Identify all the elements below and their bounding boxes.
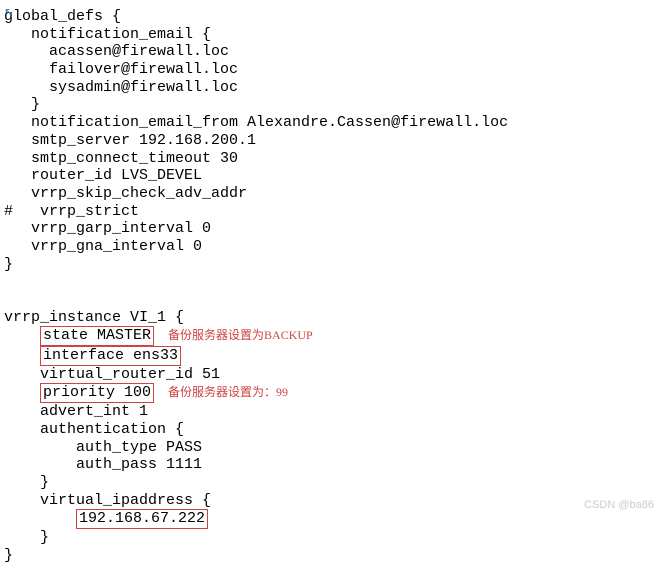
vrrp-instance-close: } (4, 547, 660, 564)
priority-line: priority 100 备份服务器设置为：99 (4, 383, 660, 403)
vrrp-strict-commented: # vrrp_strict (4, 203, 660, 221)
state-highlight: state MASTER (40, 326, 154, 346)
blank-line-2 (4, 291, 660, 309)
vrrp-gna-interval: vrrp_gna_interval 0 (4, 238, 660, 256)
notification-email-from: notification_email_from Alexandre.Cassen… (4, 114, 660, 132)
interface-highlight: interface ens33 (40, 346, 181, 366)
auth-type: auth_type PASS (4, 439, 660, 457)
interface-line: interface ens33 (4, 346, 660, 366)
vrrp-skip-check: vrrp_skip_check_adv_addr (4, 185, 660, 203)
cursor-icon: ↖ (4, 6, 14, 20)
virtual-router-id: virtual_router_id 51 (4, 366, 660, 384)
priority-highlight: priority 100 (40, 383, 154, 403)
global-defs-open: global_defs { (4, 8, 660, 26)
router-id: router_id LVS_DEVEL (4, 167, 660, 185)
vrrp-garp-interval: vrrp_garp_interval 0 (4, 220, 660, 238)
notification-email-close: } (4, 96, 660, 114)
authentication-close: } (4, 474, 660, 492)
state-annotation: 备份服务器设置为BACKUP (168, 328, 313, 342)
email-3: sysadmin@firewall.loc (4, 79, 660, 97)
config-text-block: global_defs { notification_email { acass… (4, 8, 660, 564)
notification-email-open: notification_email { (4, 26, 660, 44)
authentication-open: authentication { (4, 421, 660, 439)
state-line: state MASTER 备份服务器设置为BACKUP (4, 326, 660, 346)
advert-int: advert_int 1 (4, 403, 660, 421)
watermark: CSDN @ba86 (584, 499, 654, 512)
vip-line: 192.168.67.222 (4, 509, 660, 529)
smtp-connect-timeout: smtp_connect_timeout 30 (4, 150, 660, 168)
email-1: acassen@firewall.loc (4, 43, 660, 61)
priority-annotation: 备份服务器设置为：99 (168, 385, 288, 399)
vip-highlight: 192.168.67.222 (76, 509, 208, 529)
email-2: failover@firewall.loc (4, 61, 660, 79)
virtual-ipaddress-open: virtual_ipaddress { (4, 492, 660, 510)
virtual-ipaddress-close: } (4, 529, 660, 547)
smtp-server: smtp_server 192.168.200.1 (4, 132, 660, 150)
vrrp-instance-open: vrrp_instance VI_1 { (4, 309, 660, 327)
global-defs-close: } (4, 256, 660, 274)
auth-pass: auth_pass 1111 (4, 456, 660, 474)
blank-line-1 (4, 273, 660, 291)
